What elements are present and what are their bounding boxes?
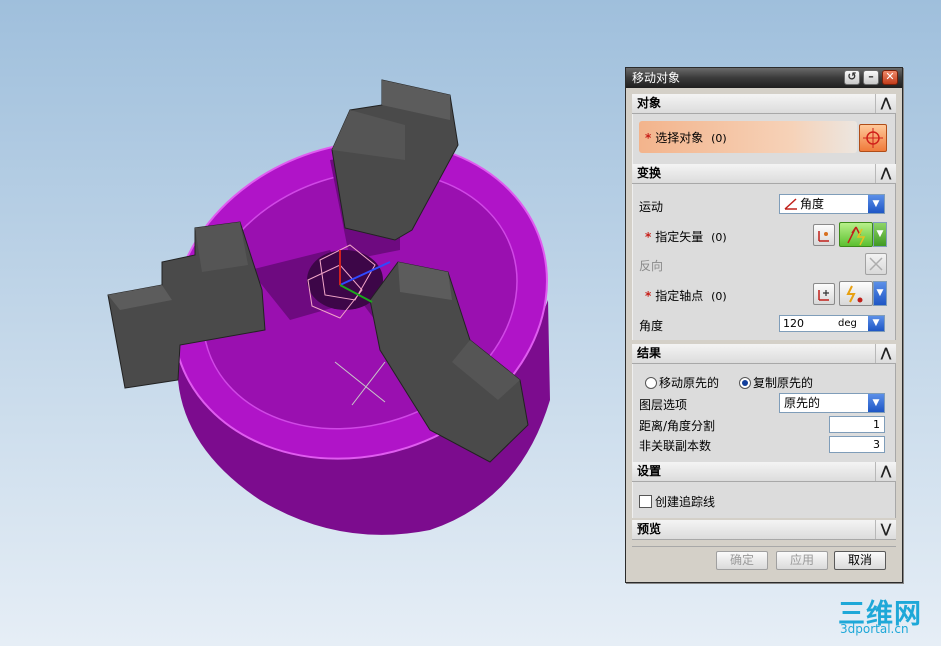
- specify-axis-point-label: 指定轴点: [655, 289, 704, 303]
- checkbox-icon: [639, 495, 652, 508]
- select-object-label: 选择对象: [655, 131, 704, 145]
- create-trace-checkbox[interactable]: 创建追踪线: [639, 493, 715, 510]
- section-header-result[interactable]: 结果 ⋀: [632, 344, 896, 364]
- dropdown-arrow-icon: ▼: [874, 282, 886, 305]
- angle-unit-dropdown-icon[interactable]: ▼: [868, 316, 884, 331]
- section-title-transform: 变换: [637, 166, 662, 180]
- point-inference-icon[interactable]: [839, 281, 873, 306]
- radio-selected-icon: [739, 377, 751, 389]
- copy-original-radio[interactable]: 复制原先的: [739, 374, 813, 391]
- vector-dialog-icon[interactable]: [813, 224, 835, 246]
- ok-button[interactable]: 确定: [716, 551, 768, 570]
- specify-vector-label: 指定矢量: [655, 230, 704, 244]
- angle-input[interactable]: 120 deg ▼: [779, 315, 885, 332]
- section-header-preview[interactable]: 预览 ⋁: [632, 520, 896, 540]
- section-title-result: 结果: [637, 346, 662, 360]
- dropdown-arrow-icon: ▼: [874, 223, 886, 246]
- point-dialog-icon[interactable]: [813, 283, 835, 305]
- section-body-settings: 创建追踪线: [632, 482, 896, 518]
- watermark-url: 3dportal.cn: [840, 622, 909, 636]
- reverse-direction-icon[interactable]: [865, 253, 887, 275]
- collapse-icon[interactable]: ⋀: [875, 462, 896, 481]
- section-body-transform: 运动 角度 ▼ * 指定矢量 (0) ▼ 反向 * 指定轴点 (0) ▼ 角度 …: [632, 184, 896, 340]
- dropdown-arrow-icon: ▼: [868, 394, 884, 412]
- section-header-settings[interactable]: 设置 ⋀: [632, 462, 896, 482]
- angle-motion-icon: [784, 198, 797, 210]
- dialog-footer: 确定 应用 取消: [632, 546, 896, 575]
- point-dropdown[interactable]: ▼: [873, 281, 887, 306]
- vector-dropdown[interactable]: ▼: [873, 222, 887, 247]
- dialog-titlebar[interactable]: 移动对象 ↺ – ✕: [626, 68, 902, 88]
- angle-label: 角度: [639, 319, 664, 333]
- distance-angle-split-input[interactable]: 1: [829, 416, 885, 433]
- cancel-button[interactable]: 取消: [834, 551, 886, 570]
- section-title-preview: 预览: [637, 522, 662, 536]
- motion-label: 运动: [639, 200, 664, 214]
- section-body-result: 移动原先的 复制原先的 图层选项 原先的 ▼ 距离/角度分割 1 非关联副本数 …: [632, 364, 896, 462]
- motion-select[interactable]: 角度 ▼: [779, 194, 885, 214]
- dropdown-arrow-icon: ▼: [868, 195, 884, 213]
- non-assoc-copies-label: 非关联副本数: [639, 439, 712, 453]
- collapse-icon[interactable]: ⋀: [875, 94, 896, 113]
- select-object-row[interactable]: * 选择对象 (0): [639, 121, 857, 153]
- reverse-label: 反向: [639, 259, 664, 273]
- select-object-crosshair-icon[interactable]: [859, 124, 887, 152]
- specify-vector-count: (0): [711, 231, 727, 244]
- section-title-object: 对象: [637, 96, 662, 110]
- move-original-radio[interactable]: 移动原先的: [645, 374, 719, 391]
- dialog-title: 移动对象: [632, 71, 681, 85]
- layer-option-select[interactable]: 原先的 ▼: [779, 393, 885, 413]
- collapse-icon[interactable]: ⋀: [875, 344, 896, 363]
- move-object-dialog: 移动对象 ↺ – ✕ 对象 ⋀ *选择对象 (0) 变换 ⋀ 运动 角度 ▼: [625, 67, 903, 583]
- vector-inference-icon[interactable]: [839, 222, 873, 247]
- section-header-transform[interactable]: 变换 ⋀: [632, 164, 896, 184]
- expand-icon[interactable]: ⋁: [875, 520, 896, 539]
- reset-icon[interactable]: ↺: [844, 70, 860, 85]
- distance-angle-split-label: 距离/角度分割: [639, 419, 716, 433]
- radio-icon: [645, 377, 657, 389]
- layer-option-value: 原先的: [784, 396, 821, 410]
- section-header-object[interactable]: 对象 ⋀: [632, 94, 896, 114]
- watermark-logo: 三维网 3dportal.cn: [838, 592, 938, 640]
- collapse-icon[interactable]: ⋀: [875, 164, 896, 183]
- section-body-object: * 选择对象 (0): [632, 114, 896, 164]
- motion-value: 角度: [800, 197, 825, 211]
- minimize-icon[interactable]: –: [863, 70, 879, 85]
- select-object-count: (0): [711, 132, 727, 145]
- apply-button[interactable]: 应用: [776, 551, 828, 570]
- non-assoc-copies-input[interactable]: 3: [829, 436, 885, 453]
- angle-unit: deg: [838, 318, 857, 329]
- angle-value: 120: [783, 317, 804, 330]
- section-title-settings: 设置: [637, 464, 662, 478]
- close-icon[interactable]: ✕: [882, 70, 898, 85]
- layer-option-label: 图层选项: [639, 398, 688, 412]
- specify-axis-point-count: (0): [711, 290, 727, 303]
